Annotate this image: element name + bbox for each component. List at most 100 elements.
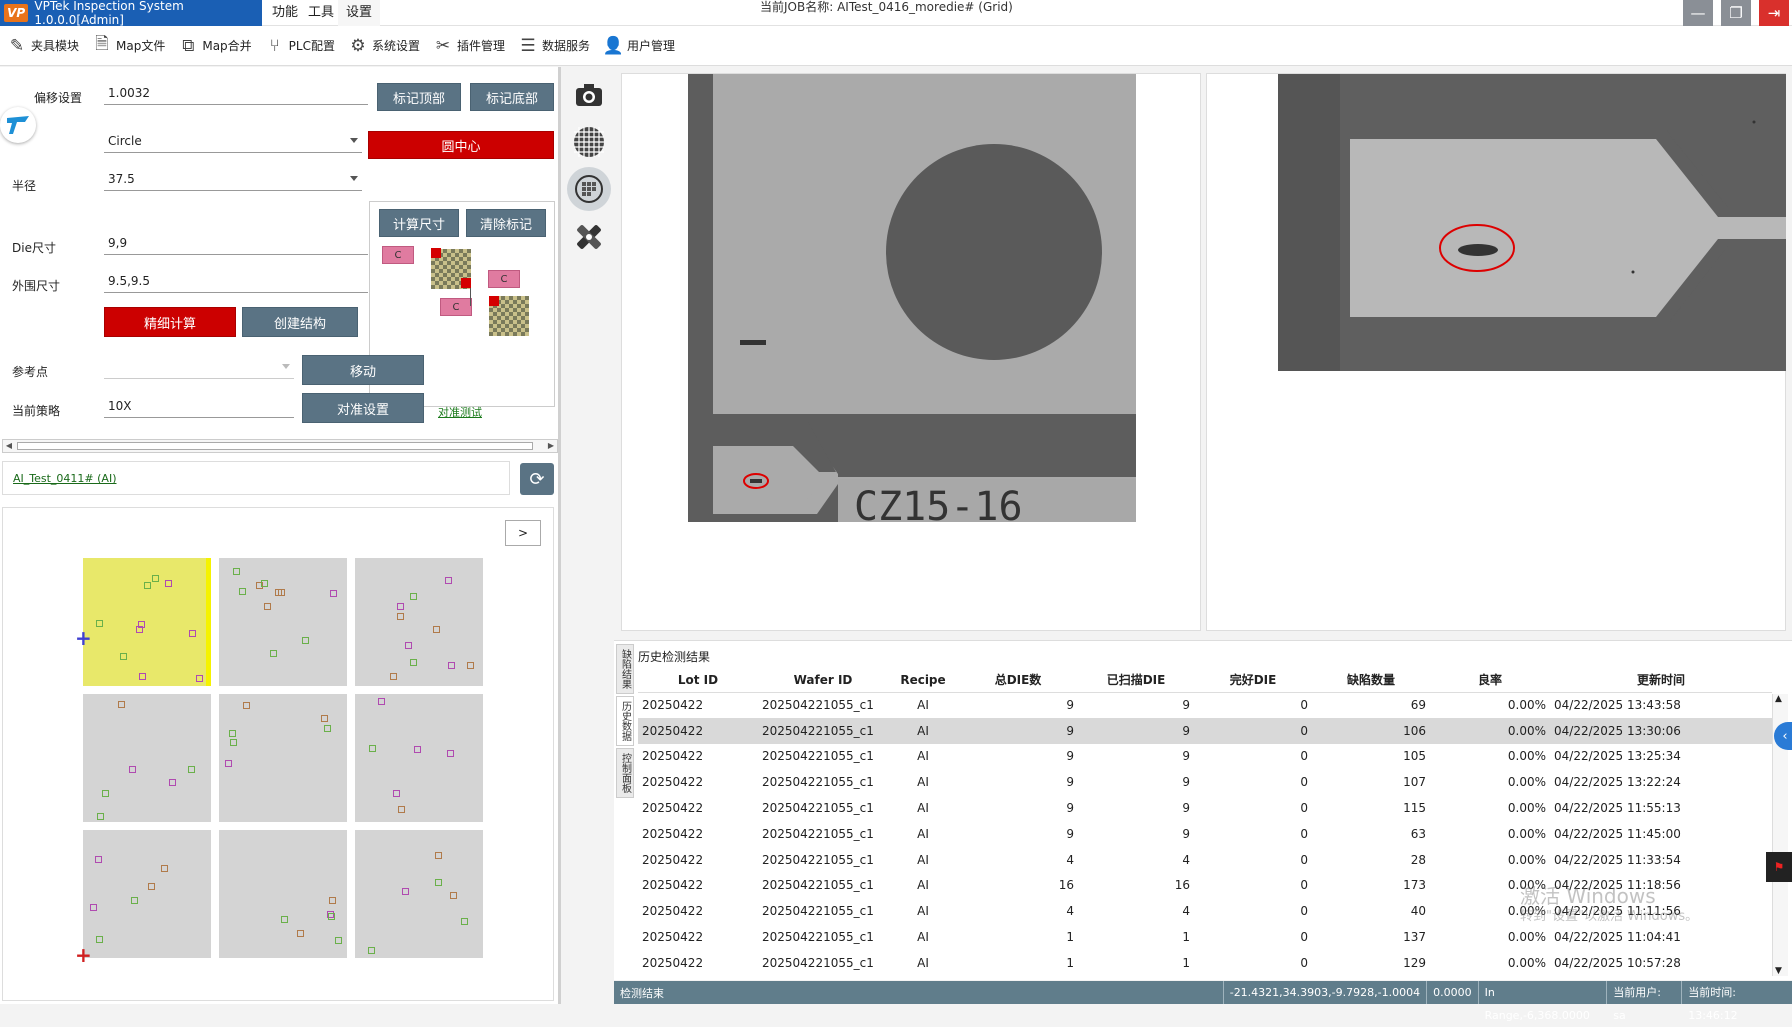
column-header[interactable]: 良率 bbox=[1430, 668, 1550, 693]
column-header[interactable]: 总DIE数 bbox=[958, 668, 1078, 693]
scrollbar-thumb[interactable] bbox=[17, 442, 533, 450]
outer-size-input[interactable]: 9.5,9.5 bbox=[104, 269, 368, 293]
table-cell: 202504221055_c1 bbox=[762, 801, 874, 816]
table-row[interactable]: 20250422 202504221055_c1 AI 1 1 0 137 0.00% 04/2… bbox=[638, 924, 1772, 950]
shape-select[interactable]: Circle bbox=[104, 129, 362, 153]
inspection-image-overview[interactable]: CZ15-16 bbox=[688, 74, 1136, 522]
tools-icon[interactable] bbox=[569, 217, 609, 257]
history-table-wrap: Lot ID Wafer ID Recipe 总DIE数 已扫描DIE 完好DIE 缺陷数量… bbox=[638, 668, 1772, 978]
table-row[interactable]: 20250422 202504221055_c1 AI 1 1 0 129 0.00% 04/2… bbox=[638, 950, 1772, 976]
align-test-link[interactable]: 对准测试 bbox=[438, 404, 482, 420]
scroll-left-icon[interactable]: ◀ bbox=[3, 440, 15, 452]
recipe-link[interactable]: AI_Test_0411# (AI) bbox=[13, 472, 117, 485]
defect-marker bbox=[95, 936, 103, 944]
defect-marker bbox=[369, 744, 377, 752]
table-cell: 9 bbox=[1066, 826, 1074, 841]
menu-settings[interactable]: 设置 bbox=[338, 0, 381, 26]
table-row[interactable]: 20250422 202504221055_c1 AI 9 9 0 106 0.00% 04/2… bbox=[638, 717, 1772, 744]
exit-icon[interactable]: ⇥ bbox=[1759, 0, 1789, 26]
fine-calc-button[interactable]: 精细计算 bbox=[104, 307, 236, 337]
defect-marker bbox=[169, 778, 177, 786]
table-cell: 04/22/2025 10:57:28 bbox=[1554, 955, 1681, 970]
wafer-grid-icon[interactable] bbox=[567, 167, 611, 211]
column-header[interactable]: Lot ID bbox=[638, 668, 758, 693]
flag-icon[interactable]: ⚑ bbox=[1766, 852, 1792, 882]
table-row[interactable]: 20250422 202504221055_c1 AI 9 9 0 115 0.00% 04/2… bbox=[638, 795, 1772, 821]
column-header[interactable]: Recipe bbox=[888, 668, 958, 693]
column-header[interactable]: 缺陷数量 bbox=[1312, 668, 1430, 693]
table-row[interactable]: 20250422 202504221055_c1 AI 9 9 0 107 0.00% 04/2… bbox=[638, 769, 1772, 795]
align-settings-button[interactable]: 对准设置 bbox=[302, 393, 424, 423]
toolbar-label: Map文件 bbox=[116, 39, 166, 53]
table-row[interactable]: 20250422 202504221055_c1 AI 9 9 0 63 0.00% 04/22… bbox=[638, 821, 1772, 847]
defect-marker bbox=[414, 746, 422, 754]
scroll-right-icon[interactable]: ▶ bbox=[545, 440, 557, 452]
refresh-settings-icon[interactable]: ⟳ bbox=[520, 463, 554, 495]
create-structure-button[interactable]: 创建结构 bbox=[242, 307, 358, 337]
scroll-up-icon[interactable]: ▲ bbox=[1775, 694, 1782, 704]
wafer-die[interactable] bbox=[219, 830, 347, 958]
mark-top-button[interactable]: 标记顶部 bbox=[377, 83, 461, 111]
defect-marker bbox=[396, 603, 404, 611]
tab-control-panel[interactable]: 控制面板 bbox=[616, 748, 636, 798]
ref-point-select[interactable] bbox=[104, 355, 294, 379]
radius-select[interactable]: 37.5 bbox=[104, 167, 362, 191]
defect-marker bbox=[263, 602, 271, 610]
minimize-icon[interactable]: — bbox=[1683, 0, 1713, 26]
toolbar-user-button[interactable]: 👤 用户管理 bbox=[602, 35, 675, 57]
wafer-die[interactable] bbox=[355, 830, 483, 958]
table-cell: 20250422 bbox=[642, 775, 704, 790]
expand-button[interactable]: > bbox=[505, 520, 541, 546]
calc-size-button[interactable]: 计算尺寸 bbox=[379, 209, 459, 237]
merge-icon: ⧉ bbox=[182, 35, 195, 56]
toolbar-plc-button[interactable]: ⑂ PLC配置 bbox=[264, 35, 335, 57]
circle-center-button[interactable]: 圆中心 bbox=[368, 131, 554, 159]
wafer-die[interactable] bbox=[355, 694, 483, 822]
mark-bottom-button[interactable]: 标记底部 bbox=[470, 83, 554, 111]
column-header[interactable]: 更新时间 bbox=[1550, 668, 1772, 693]
table-cell: AI bbox=[917, 930, 929, 945]
tab-history-data[interactable]: 历史数据 bbox=[616, 696, 636, 746]
tab-defect-results[interactable]: 缺陷结果 bbox=[616, 644, 636, 694]
die-size-input[interactable]: 9,9 bbox=[104, 231, 368, 255]
wafer-die[interactable] bbox=[83, 694, 211, 822]
horizontal-scrollbar[interactable]: ◀ ▶ bbox=[2, 439, 558, 453]
table-row[interactable]: 20250422 202504221055_c1 AI 4 4 0 28 0.00% 04/22… bbox=[638, 847, 1772, 873]
grid-sphere-icon[interactable] bbox=[569, 122, 609, 162]
table-row[interactable]: 20250422 202504221055_c1 AI 9 9 0 69 0.00% 04/22… bbox=[638, 692, 1772, 718]
toolbar-fixture-button[interactable]: ✎ 夹具模块 bbox=[6, 35, 79, 57]
toolbar-map-merge-button[interactable]: ⧉ Map合并 bbox=[177, 35, 251, 57]
defect-marker bbox=[225, 760, 233, 768]
floating-helper-icon[interactable] bbox=[0, 107, 36, 143]
restore-icon[interactable]: ❐ bbox=[1721, 0, 1751, 26]
menu-tools[interactable]: 工具 bbox=[300, 0, 342, 26]
table-cell: 04/22/2025 11:45:00 bbox=[1554, 826, 1681, 841]
offset-input[interactable]: 1.0032 bbox=[104, 81, 368, 105]
toolbar-data-service-button[interactable]: ☰ 数据服务 bbox=[517, 35, 590, 57]
move-button[interactable]: 移动 bbox=[302, 355, 424, 385]
defect-marker bbox=[238, 587, 246, 595]
strategy-input[interactable]: 10X bbox=[104, 394, 294, 418]
wafer-die[interactable] bbox=[355, 558, 483, 686]
table-cell: AI bbox=[917, 955, 929, 970]
status-value: 0.0000 bbox=[1426, 981, 1478, 1004]
column-header[interactable]: 已扫描DIE bbox=[1078, 668, 1194, 693]
camera-icon[interactable] bbox=[569, 75, 609, 115]
column-header[interactable]: 完好DIE bbox=[1194, 668, 1312, 693]
toolbar-map-file-button[interactable]: 🗎 Map文件 bbox=[91, 34, 166, 57]
column-header[interactable]: Wafer ID bbox=[758, 668, 888, 693]
wafer-die[interactable] bbox=[219, 558, 347, 686]
table-cell: 0 bbox=[1300, 775, 1308, 790]
wafer-id-text: CZ15-16 bbox=[854, 484, 1023, 522]
defect-marker bbox=[94, 855, 102, 863]
toolbar-system-settings-button[interactable]: ⚙ 系统设置 bbox=[347, 35, 420, 57]
scroll-down-icon[interactable]: ▼ bbox=[1775, 966, 1782, 976]
status-bar: 检测结束 -21.4321,34.3903,-9.7928,-1.0004 0.… bbox=[614, 981, 1792, 1022]
clear-mark-button[interactable]: 清除标记 bbox=[466, 209, 546, 237]
table-cell: 0 bbox=[1300, 955, 1308, 970]
wafer-die[interactable] bbox=[219, 694, 347, 822]
wafer-map[interactable]: + + bbox=[75, 558, 483, 967]
inspection-image-zoom[interactable] bbox=[1278, 74, 1786, 371]
toolbar-plugin-button[interactable]: ✂ 插件管理 bbox=[432, 35, 505, 57]
table-row[interactable]: 20250422 202504221055_c1 AI 9 9 0 105 0.00% 04/2… bbox=[638, 744, 1772, 770]
